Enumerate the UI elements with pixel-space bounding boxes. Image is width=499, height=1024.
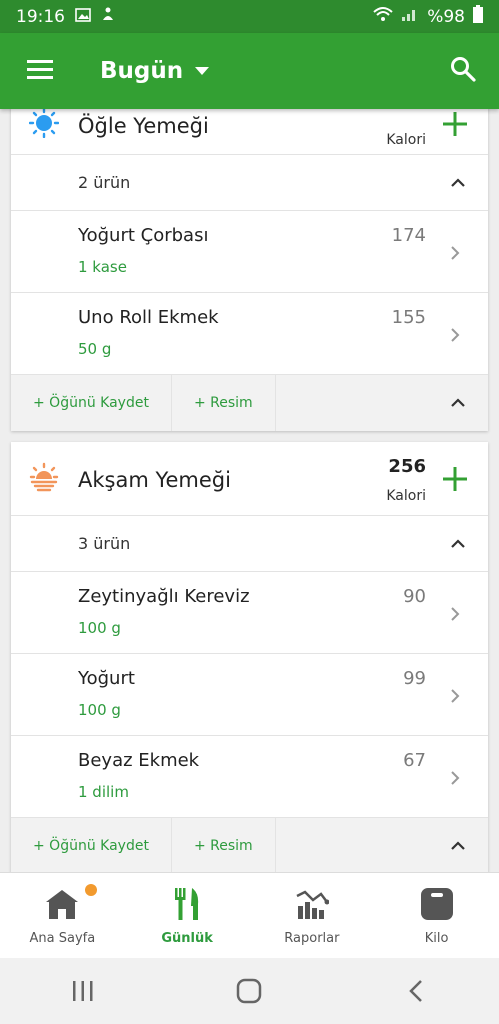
nav-label: Kilo (424, 931, 449, 946)
search-button[interactable] (427, 33, 499, 109)
calories-label: Kalori (386, 132, 426, 148)
meal-calories: 256 (388, 456, 426, 477)
calories-label: Kalori (386, 488, 426, 504)
food-name: Zeytinyağlı Kereviz (78, 586, 250, 607)
chevron-right-icon (450, 606, 460, 622)
meal-header: Akşam Yemeği 256 Kalori (11, 442, 488, 516)
battery-percent: %98 (427, 6, 465, 27)
notification-icon (101, 6, 115, 27)
food-quantity: 100 g (78, 619, 121, 637)
food-quantity: 100 g (78, 701, 121, 719)
page-title: Bugün (100, 58, 184, 84)
food-quantity: 1 kase (78, 258, 127, 276)
status-time: 19:16 (16, 6, 65, 27)
chevron-right-icon (450, 245, 460, 261)
food-item[interactable]: Uno Roll Ekmek 50 g 155 (11, 293, 488, 375)
recent-apps-button[interactable] (53, 966, 113, 1016)
food-name: Uno Roll Ekmek (78, 307, 219, 328)
save-meal-button[interactable]: + Öğünü Kaydet (11, 375, 172, 431)
chevron-up-icon (451, 398, 465, 407)
date-selector[interactable]: Bugün (100, 58, 210, 84)
nav-home[interactable]: Ana Sayfa (0, 873, 125, 958)
item-count-row[interactable]: 3 ürün (11, 516, 488, 572)
meal-card-lunch: Öğle Yemeği Kalori 2 ürün Yoğurt Çorbası… (11, 109, 488, 431)
meal-actions: + Öğünü Kaydet + Resim (11, 375, 488, 431)
food-item[interactable]: Yoğurt Çorbası 1 kase 174 (11, 211, 488, 293)
menu-button[interactable] (0, 33, 80, 109)
add-food-button[interactable] (442, 111, 468, 137)
battery-icon (473, 5, 483, 28)
chevron-up-icon (451, 841, 465, 850)
sunset-icon (29, 462, 59, 492)
hamburger-icon (27, 59, 53, 83)
wifi-icon (373, 6, 393, 27)
nav-label: Günlük (161, 931, 213, 946)
nav-weight[interactable]: Kilo (374, 873, 499, 958)
food-quantity: 50 g (78, 340, 112, 358)
food-quantity: 1 dilim (78, 783, 129, 801)
dropdown-caret-icon (195, 67, 210, 75)
food-calories: 67 (403, 750, 426, 771)
back-icon (409, 980, 422, 1002)
sun-icon (28, 109, 60, 139)
nav-reports[interactable]: Raporlar (250, 873, 375, 958)
diary-icon (169, 887, 205, 921)
food-name: Beyaz Ekmek (78, 750, 200, 771)
scale-icon (419, 887, 455, 921)
add-photo-button[interactable]: + Resim (172, 818, 276, 872)
food-name: Yoğurt Çorbası (78, 225, 209, 246)
bottom-navigation: Ana Sayfa Günlük Raporlar Kilo (0, 872, 499, 958)
nav-label: Ana Sayfa (29, 931, 96, 946)
add-photo-button[interactable]: + Resim (172, 375, 276, 431)
meal-header: Öğle Yemeği Kalori (11, 109, 488, 155)
food-calories: 155 (391, 307, 426, 328)
food-item[interactable]: Yoğurt 100 g 99 (11, 654, 488, 736)
collapse-actions-button[interactable] (428, 818, 488, 872)
back-button[interactable] (386, 966, 446, 1016)
food-item[interactable]: Zeytinyağlı Kereviz 100 g 90 (11, 572, 488, 654)
home-icon (44, 887, 80, 921)
item-count-row[interactable]: 2 ürün (11, 155, 488, 211)
collapse-actions-button[interactable] (428, 375, 488, 431)
nav-diary[interactable]: Günlük (125, 873, 250, 958)
signal-icon (401, 6, 419, 27)
recent-apps-icon (73, 981, 93, 1001)
chevron-up-icon (450, 536, 466, 552)
app-bar: Bugün (0, 33, 499, 109)
meal-name: Akşam Yemeği (78, 468, 231, 492)
meal-actions: + Öğünü Kaydet + Resim (11, 818, 488, 872)
home-circle-icon (237, 978, 262, 1004)
diary-content[interactable]: Öğle Yemeği Kalori 2 ürün Yoğurt Çorbası… (0, 109, 499, 872)
chevron-right-icon (450, 770, 460, 786)
food-calories: 90 (403, 586, 426, 607)
meal-name: Öğle Yemeği (78, 114, 209, 138)
add-food-button[interactable] (442, 466, 468, 492)
food-name: Yoğurt (78, 668, 135, 689)
status-bar: 19:16 %98 (0, 0, 499, 33)
food-calories: 99 (403, 668, 426, 689)
item-count: 2 ürün (78, 173, 131, 192)
home-system-button[interactable] (219, 966, 279, 1016)
reports-icon (294, 887, 330, 921)
item-count: 3 ürün (78, 534, 131, 553)
system-navigation (0, 958, 499, 1024)
notification-badge (85, 884, 97, 896)
gallery-icon (75, 7, 91, 27)
chevron-right-icon (450, 688, 460, 704)
nav-label: Raporlar (284, 931, 340, 946)
chevron-up-icon (450, 175, 466, 191)
food-item[interactable]: Beyaz Ekmek 1 dilim 67 (11, 736, 488, 818)
meal-card-dinner: Akşam Yemeği 256 Kalori 3 ürün Zeytinyağ… (11, 442, 488, 872)
chevron-right-icon (450, 327, 460, 343)
food-calories: 174 (391, 225, 426, 246)
save-meal-button[interactable]: + Öğünü Kaydet (11, 818, 172, 872)
search-icon (450, 56, 476, 86)
